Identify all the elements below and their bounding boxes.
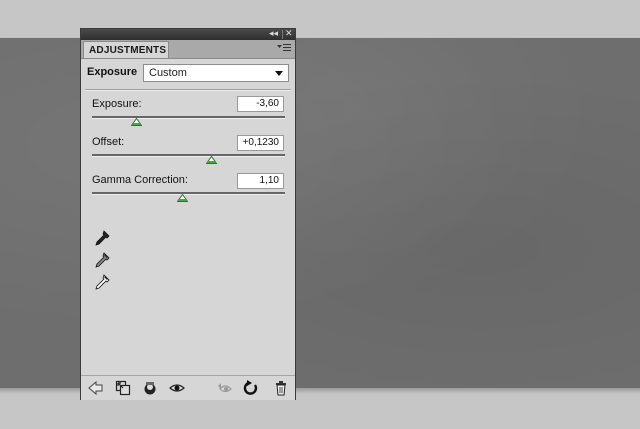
reset-icon[interactable] bbox=[243, 380, 259, 396]
preset-dropdown[interactable]: Custom bbox=[143, 64, 289, 82]
panel-titlebar[interactable]: ◂◂ ✕ bbox=[81, 29, 295, 40]
black-point-eyedropper-icon[interactable] bbox=[93, 229, 111, 247]
exposure-value-field[interactable]: -3,60 bbox=[237, 96, 284, 112]
clip-to-layer-icon[interactable] bbox=[142, 380, 158, 396]
panel-tab-row: ADJUSTMENTS bbox=[81, 40, 295, 59]
gamma-correction-slider-thumb[interactable] bbox=[177, 194, 189, 202]
gamma-correction-label: Gamma Correction: bbox=[92, 174, 188, 186]
tab-adjustments[interactable]: ADJUSTMENTS bbox=[83, 41, 169, 58]
gamma-correction-value-field[interactable]: 1,10 bbox=[237, 173, 284, 189]
close-icon[interactable]: ✕ bbox=[285, 28, 293, 40]
offset-value-field[interactable]: +0,1230 bbox=[237, 135, 284, 151]
chevron-down-icon[interactable] bbox=[275, 71, 283, 76]
back-arrow-icon[interactable] bbox=[87, 380, 103, 396]
titlebar-divider bbox=[282, 30, 283, 39]
visibility-eye-icon[interactable] bbox=[169, 380, 185, 396]
view-previous-state-icon[interactable] bbox=[217, 380, 233, 396]
exposure-slider-thumb[interactable] bbox=[130, 118, 142, 126]
collapse-icon[interactable]: ◂◂ bbox=[269, 28, 278, 40]
white-point-eyedropper-icon[interactable] bbox=[93, 273, 111, 291]
trash-icon[interactable] bbox=[273, 380, 289, 396]
panel-menu-icon[interactable] bbox=[277, 43, 291, 57]
adjustments-panel: ◂◂ ✕ ADJUSTMENTS Exposure Custom Exposur… bbox=[80, 28, 296, 400]
exposure-label: Exposure: bbox=[92, 98, 142, 110]
offset-slider-thumb[interactable] bbox=[206, 156, 218, 164]
divider bbox=[85, 89, 291, 91]
panel-bottom-toolbar bbox=[81, 375, 295, 400]
preset-label: Exposure bbox=[87, 66, 138, 78]
exposure-slider-track[interactable] bbox=[92, 116, 285, 119]
expand-view-icon[interactable] bbox=[115, 380, 131, 396]
preset-selected-value: Custom bbox=[149, 67, 187, 79]
gray-point-eyedropper-icon[interactable] bbox=[93, 251, 111, 269]
offset-slider-track[interactable] bbox=[92, 154, 285, 157]
gamma-correction-slider-track[interactable] bbox=[92, 192, 285, 195]
offset-label: Offset: bbox=[92, 136, 125, 148]
